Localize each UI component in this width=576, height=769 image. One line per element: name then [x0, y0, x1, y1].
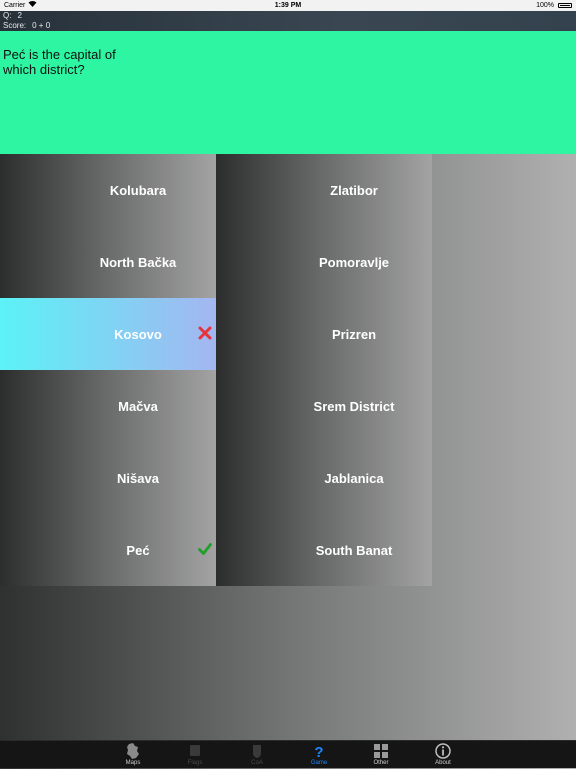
- tab-coa[interactable]: CoA: [232, 741, 282, 769]
- answer-button-pomoravlje[interactable]: Pomoravlje: [216, 226, 432, 298]
- tab-maps[interactable]: Maps: [108, 741, 158, 769]
- shield-icon: [253, 745, 261, 758]
- battery-icon: [558, 3, 572, 8]
- score-value: 0 + 0: [32, 21, 51, 30]
- question-panel: Peć is the capital of which district?: [0, 31, 576, 154]
- tab-label: Maps: [125, 760, 141, 766]
- tab-label: About: [435, 760, 451, 766]
- question-counter-label: Q:: [3, 11, 12, 20]
- answer-button-zlatibor[interactable]: Zlatibor: [216, 154, 432, 226]
- grid-icon: [374, 744, 388, 758]
- question-counter-value: 2: [17, 11, 22, 20]
- answer-label: Srem District: [313, 398, 395, 414]
- answer-button-kosovo[interactable]: Kosovo: [0, 298, 216, 370]
- tab-other[interactable]: Other: [356, 741, 406, 769]
- status-bar: Carrier 1:39 PM 100%: [0, 0, 576, 11]
- answer-button-kolubara[interactable]: Kolubara: [0, 154, 216, 226]
- wrong-x-icon: [198, 326, 212, 340]
- tab-label: Game: [310, 760, 328, 766]
- tab-flags[interactable]: Flags: [170, 741, 220, 769]
- answer-label: South Banat: [315, 542, 393, 558]
- answer-button-srem-district[interactable]: Srem District: [216, 370, 432, 442]
- answer-button-north-backa[interactable]: North Bačka: [0, 226, 216, 298]
- answer-label: Pomoravlje: [318, 254, 390, 270]
- answer-button-prizren[interactable]: Prizren: [216, 298, 432, 370]
- status-time: 1:39 PM: [274, 2, 302, 9]
- answer-label: Prizren: [331, 326, 377, 342]
- tab-game[interactable]: ? Game: [294, 741, 344, 769]
- question-icon: ?: [314, 744, 323, 759]
- map-icon: [127, 743, 139, 759]
- answer-button-south-banat[interactable]: South Banat: [216, 514, 432, 586]
- battery-percent: 100%: [536, 2, 554, 9]
- tab-about[interactable]: About: [418, 741, 468, 769]
- tab-label: Other: [373, 760, 389, 766]
- correct-check-icon: [198, 543, 212, 555]
- answer-button-pec[interactable]: Peć: [0, 514, 216, 586]
- tab-label: Flags: [187, 760, 203, 766]
- info-icon: [435, 743, 451, 759]
- tab-label: CoA: [251, 760, 263, 766]
- score-display: Score: 0 + 0: [3, 21, 50, 31]
- answer-button-macva[interactable]: Mačva: [0, 370, 216, 442]
- answer-label: Zlatibor: [330, 182, 378, 198]
- tab-bar: Maps Flags CoA ? Game Other About: [0, 740, 576, 768]
- question-counter: Q: 2: [3, 11, 22, 21]
- answer-grid: Kolubara Zlatibor North Bačka Pomoravlje…: [0, 154, 432, 586]
- flag-icon: [190, 745, 200, 756]
- question-text: Peć is the capital of which district?: [3, 47, 116, 77]
- answer-label: Jablanica: [324, 470, 384, 486]
- answer-button-jablanica[interactable]: Jablanica: [216, 442, 432, 514]
- svg-text:?: ?: [314, 744, 323, 759]
- answer-button-nisava[interactable]: Nišava: [0, 442, 216, 514]
- score-label: Score:: [3, 21, 27, 30]
- score-bar: Q: 2 Score: 0 + 0: [0, 11, 576, 31]
